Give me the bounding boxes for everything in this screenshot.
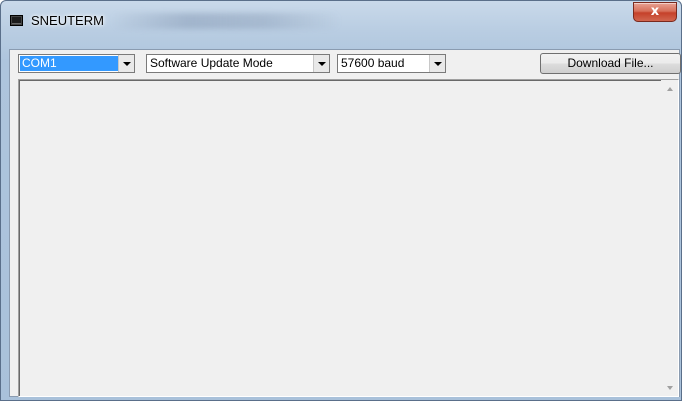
port-dropdown-button[interactable] bbox=[118, 55, 134, 72]
arrow-up-icon bbox=[666, 86, 673, 91]
vertical-scrollbar[interactable] bbox=[661, 80, 678, 396]
toolbar: COM1 Software Update Mode 57600 baud Dow… bbox=[10, 50, 681, 76]
title-bar[interactable]: SNEUTERM x bbox=[1, 1, 681, 47]
window-title: SNEUTERM bbox=[31, 13, 104, 28]
title-bar-blur bbox=[111, 13, 341, 29]
chevron-down-icon bbox=[317, 61, 326, 66]
app-window: SNEUTERM x COM1 Software Update Mode 576… bbox=[0, 0, 682, 401]
scroll-down-button[interactable] bbox=[661, 379, 678, 396]
chevron-down-icon bbox=[122, 61, 131, 66]
baud-dropdown-button[interactable] bbox=[429, 55, 445, 72]
close-icon: x bbox=[650, 4, 660, 19]
mode-select-value: Software Update Mode bbox=[150, 56, 273, 70]
chevron-down-icon bbox=[433, 61, 442, 66]
close-button[interactable]: x bbox=[633, 2, 677, 22]
mode-select[interactable]: Software Update Mode bbox=[146, 54, 330, 73]
port-select[interactable]: COM1 bbox=[18, 54, 135, 73]
terminal-app-icon[interactable] bbox=[10, 15, 23, 26]
scroll-up-button[interactable] bbox=[661, 80, 678, 97]
client-area: COM1 Software Update Mode 57600 baud Dow… bbox=[9, 49, 681, 397]
baud-select-value: 57600 baud bbox=[341, 56, 405, 70]
mode-dropdown-button[interactable] bbox=[313, 55, 329, 72]
port-select-value: COM1 bbox=[20, 56, 118, 71]
arrow-down-icon bbox=[666, 385, 673, 390]
terminal-output[interactable] bbox=[18, 79, 679, 397]
baud-select[interactable]: 57600 baud bbox=[337, 54, 446, 73]
download-file-button[interactable]: Download File... bbox=[540, 53, 681, 74]
